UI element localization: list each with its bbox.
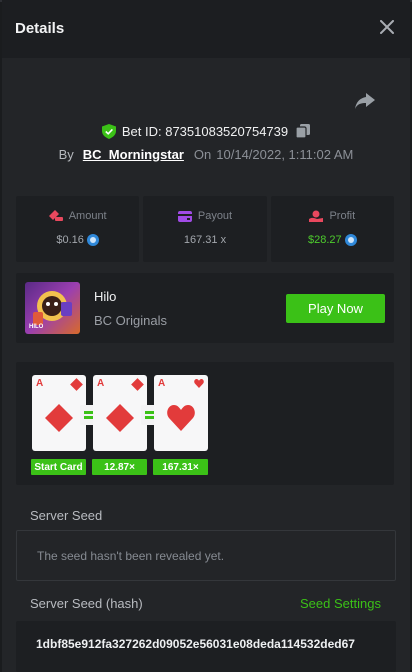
bet-id-row: Bet ID: 87351083520754739 [2, 121, 410, 141]
payout-value: 167.31 x [183, 234, 227, 246]
payout-icon [177, 210, 192, 222]
card-rank: A [36, 378, 44, 389]
server-hash-field[interactable]: 1dbf85e912fa327262d09052e56031e08deda114… [16, 621, 396, 672]
close-icon[interactable] [380, 18, 396, 38]
card-tag: Start Card [31, 459, 86, 475]
card-3: A [154, 375, 208, 451]
by-label: By [58, 146, 74, 162]
currency-coin-icon [86, 234, 99, 246]
bet-stats: Amount $0.16 Payout 167.31 x Profit $28.… [16, 196, 394, 262]
bettor-row: By BC_Morningstar On 10/14/2022, 1:11:02… [2, 145, 410, 163]
page-title: Details [15, 20, 65, 37]
server-seed-label: Server Seed [30, 508, 103, 523]
server-seed-value: The seed hasn't been revealed yet. [37, 548, 225, 563]
on-label: On [193, 146, 212, 162]
profit-icon [309, 210, 324, 222]
game-thumbnail[interactable]: HILO [25, 282, 80, 334]
bet-datetime: 10/14/2022, 1:11:02 AM [216, 146, 354, 162]
profit-value: $28.27 [307, 234, 342, 246]
seed-settings-link[interactable]: Seed Settings [300, 596, 381, 611]
currency-coin-icon [344, 234, 357, 246]
play-now-button[interactable]: Play Now [286, 294, 385, 323]
card-tag: 167.31× [153, 459, 208, 475]
card-1: A [32, 375, 86, 451]
game-provider: BC Originals [94, 313, 167, 328]
verified-shield-icon [101, 123, 116, 139]
stat-profit: Profit $28.27 [270, 196, 394, 262]
diamond-small-icon [131, 378, 144, 391]
card-2: A [93, 375, 147, 451]
amount-label: Amount [68, 210, 107, 222]
details-panel: Details Bet ID: 87351083520754739 By BC_… [2, 0, 410, 672]
diamond-small-icon [70, 378, 83, 391]
diamond-icon [45, 404, 73, 432]
share-icon[interactable] [355, 93, 377, 113]
heart-small-icon [194, 379, 204, 388]
stat-amount: Amount $0.16 [16, 196, 140, 262]
server-seed-field: The seed hasn't been revealed yet. [16, 530, 396, 581]
card-rank: A [97, 378, 105, 389]
copy-icon[interactable] [296, 124, 311, 138]
card-history: A A A Start Card 12.87× 167.31× [16, 362, 394, 485]
heart-icon [167, 405, 195, 431]
bet-id: Bet ID: 87351083520754739 [121, 123, 289, 139]
diamond-icon [106, 404, 134, 432]
amount-icon [48, 210, 63, 221]
server-hash-label: Server Seed (hash) [30, 596, 143, 611]
profit-label: Profit [329, 210, 356, 222]
card-rank: A [158, 378, 166, 389]
header: Details [2, 0, 410, 58]
card-tag: 12.87× [92, 459, 147, 475]
stat-payout: Payout 167.31 x [143, 196, 267, 262]
game-card: HILO Hilo BC Originals Play Now [16, 273, 394, 343]
amount-value: $0.16 [56, 234, 84, 246]
username-link[interactable]: BC_Morningstar [83, 147, 184, 162]
game-name: Hilo [94, 289, 117, 304]
server-hash-value: 1dbf85e912fa327262d09052e56031e08deda114… [36, 637, 355, 651]
payout-label: Payout [197, 210, 233, 222]
thumb-label: HILO [29, 324, 44, 330]
